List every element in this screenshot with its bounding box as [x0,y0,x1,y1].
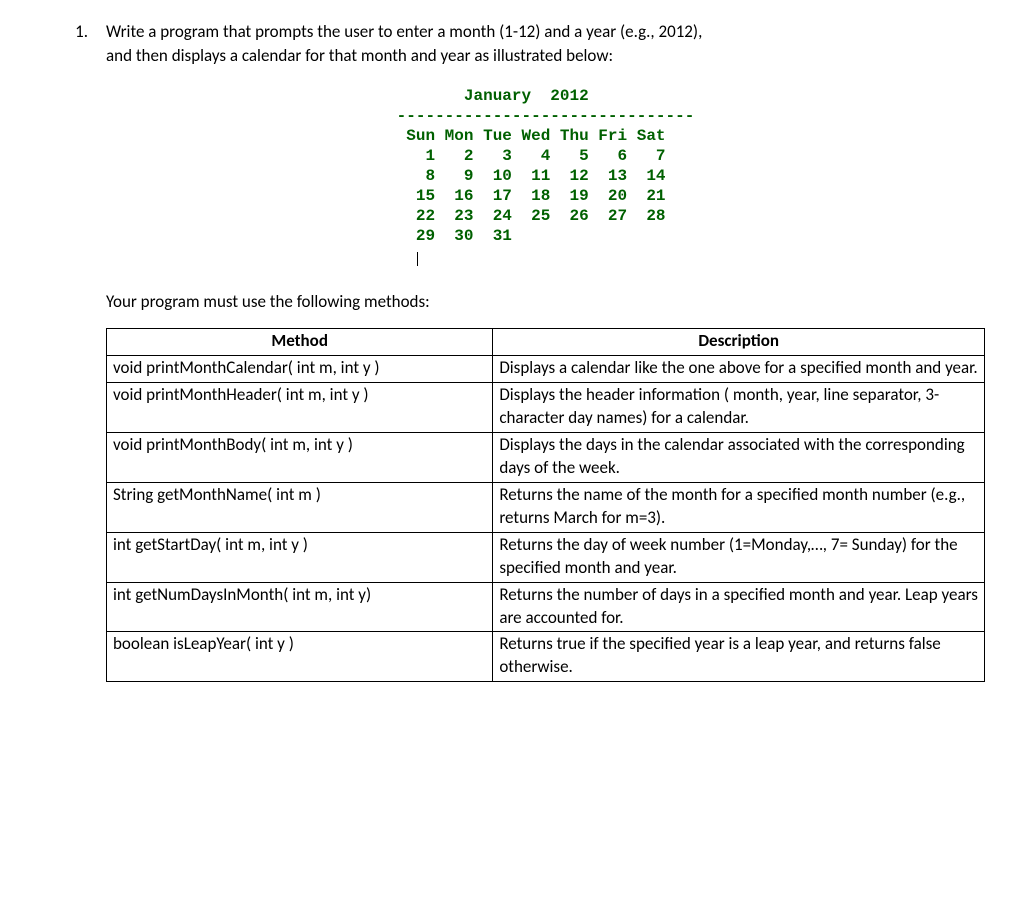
table-row: int getStartDay( int m, int y ) Returns … [107,532,985,582]
table-row: int getNumDaysInMonth( int m, int y) Ret… [107,582,985,632]
calendar-title: January 2012 [397,87,589,105]
calendar-row-4: 29 30 31 [397,227,512,245]
col-header-description: Description [493,329,985,356]
desc-cell: Returns the day of week number (1=Monday… [493,532,985,582]
method-cell: String getMonthName( int m ) [107,482,493,532]
subprompt: Your program must use the following meth… [106,290,985,314]
method-cell: void printMonthHeader( int m, int y ) [107,383,493,433]
calendar-row-1: 8 9 10 11 12 13 14 [397,167,666,185]
calendar-row-2: 15 16 17 18 19 20 21 [397,187,666,205]
text-cursor [417,252,418,266]
methods-table: Method Description void printMonthCalend… [106,328,985,682]
prompt-line-2: and then displays a calendar for that mo… [106,45,613,66]
table-row: String getMonthName( int m ) Returns the… [107,482,985,532]
desc-cell: Displays the header information ( month,… [493,383,985,433]
desc-cell: Returns the name of the month for a spec… [493,482,985,532]
table-row: void printMonthCalendar( int m, int y ) … [107,356,985,383]
calendar-row-0: 1 2 3 4 5 6 7 [397,147,666,165]
table-header-row: Method Description [107,329,985,356]
desc-cell: Displays a calendar like the one above f… [493,356,985,383]
method-cell: int getNumDaysInMonth( int m, int y) [107,582,493,632]
table-row: void printMonthBody( int m, int y ) Disp… [107,432,985,482]
calendar-row-3: 22 23 24 25 26 27 28 [397,207,666,225]
method-cell: int getStartDay( int m, int y ) [107,532,493,582]
prompt-line-1: Write a program that prompts the user to… [106,21,702,42]
question-number: 1. [40,20,106,682]
question-block: 1. Write a program that prompts the user… [40,20,985,682]
desc-cell: Returns true if the specified year is a … [493,632,985,682]
method-cell: boolean isLeapYear( int y ) [107,632,493,682]
question-body: Write a program that prompts the user to… [106,20,985,682]
method-cell: void printMonthCalendar( int m, int y ) [107,356,493,383]
table-row: boolean isLeapYear( int y ) Returns true… [107,632,985,682]
desc-cell: Returns the number of days in a specifie… [493,582,985,632]
calendar-output: January 2012 ---------------------------… [397,86,695,266]
calendar-illustration: January 2012 ---------------------------… [106,86,985,267]
table-row: void printMonthHeader( int m, int y ) Di… [107,383,985,433]
col-header-method: Method [107,329,493,356]
desc-cell: Displays the days in the calendar associ… [493,432,985,482]
calendar-rule: ------------------------------- [397,107,695,125]
prompt-text: Write a program that prompts the user to… [106,20,985,68]
calendar-day-header: Sun Mon Tue Wed Thu Fri Sat [397,127,666,145]
method-cell: void printMonthBody( int m, int y ) [107,432,493,482]
